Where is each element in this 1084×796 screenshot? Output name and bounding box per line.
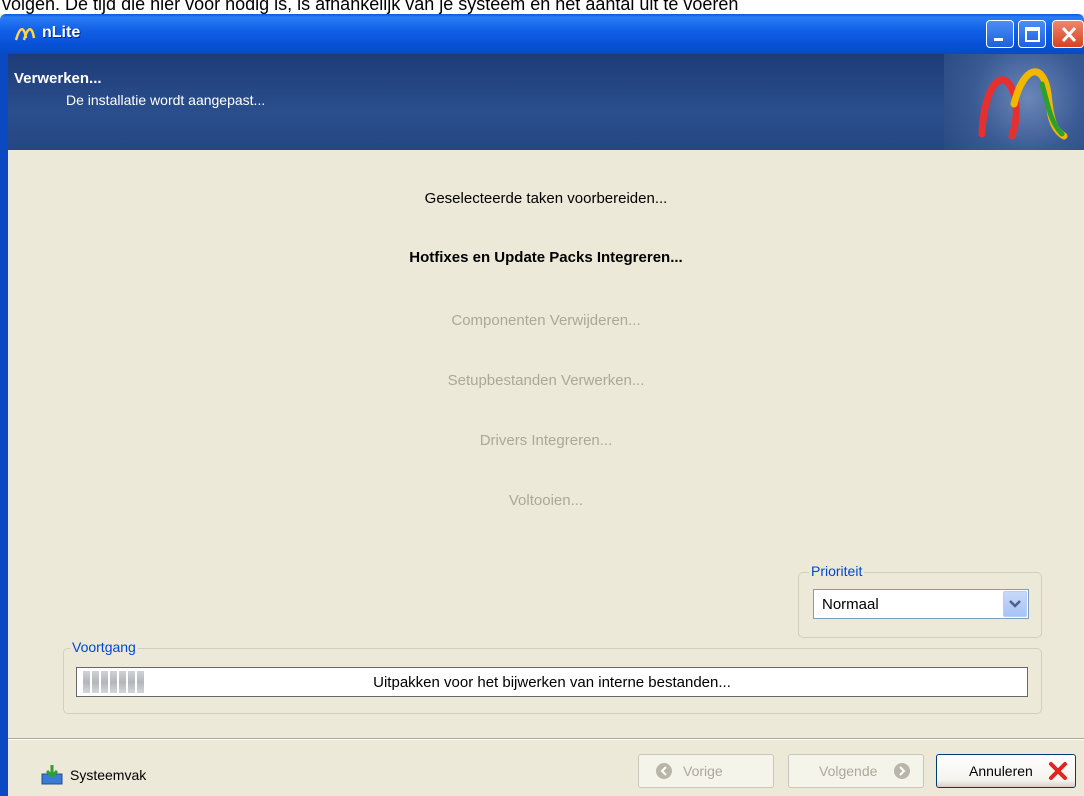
priority-value: Normaal bbox=[822, 596, 879, 613]
nlite-window: nLite Verwerken... De installatie wordt … bbox=[0, 14, 1084, 796]
cancel-button[interactable]: Annuleren bbox=[936, 754, 1076, 788]
step-drivers: Drivers Integreren... bbox=[479, 432, 613, 449]
progress-status-text: Uitpakken voor het bijwerken van interne… bbox=[373, 674, 731, 691]
systray-icon bbox=[41, 765, 63, 785]
cancel-label: Annuleren bbox=[969, 763, 1033, 779]
title-bar[interactable]: nLite bbox=[0, 14, 1084, 54]
close-icon bbox=[1061, 26, 1077, 43]
wizard-header: Verwerken... De installatie wordt aangep… bbox=[8, 54, 1084, 150]
back-button[interactable]: Vorige bbox=[638, 754, 774, 788]
step-finish: Voltooien... bbox=[508, 492, 584, 509]
window-title: nLite bbox=[42, 24, 81, 41]
background-document-text: volgen. De tijd die hier voor nodig is, … bbox=[0, 0, 1084, 14]
close-button[interactable] bbox=[1052, 20, 1084, 48]
progress-legend: Voortgang bbox=[70, 639, 138, 655]
header-title: Verwerken... bbox=[14, 70, 102, 87]
progress-group: Voortgang Uitpakken voor het bijwerken v… bbox=[63, 639, 1042, 714]
header-subtitle: De installatie wordt aangepast... bbox=[66, 92, 266, 108]
arrow-left-icon bbox=[656, 763, 672, 779]
maximize-icon bbox=[1025, 27, 1040, 42]
cancel-x-icon bbox=[1049, 762, 1067, 780]
arrow-right-icon bbox=[894, 763, 910, 779]
maximize-button[interactable] bbox=[1018, 20, 1046, 48]
nlite-logo bbox=[944, 54, 1084, 150]
next-button[interactable]: Volgende bbox=[788, 754, 924, 788]
minimize-icon bbox=[994, 38, 1003, 41]
chevron-down-icon[interactable] bbox=[1003, 591, 1027, 617]
step-components: Componenten Verwijderen... bbox=[451, 312, 641, 329]
priority-legend: Prioriteit bbox=[809, 563, 865, 579]
footer-separator bbox=[8, 738, 1084, 740]
nlite-logo-icon bbox=[978, 68, 1068, 140]
step-prepare: Geselecteerde taken voorbereiden... bbox=[424, 190, 668, 207]
step-hotfixes: Hotfixes en Update Packs Integreren... bbox=[409, 249, 683, 266]
priority-select[interactable]: Normaal bbox=[813, 589, 1029, 619]
back-label: Vorige bbox=[683, 763, 723, 779]
progress-bar: Uitpakken voor het bijwerken van interne… bbox=[76, 667, 1028, 697]
minimize-button[interactable] bbox=[986, 20, 1014, 48]
next-label: Volgende bbox=[819, 763, 878, 779]
systray-label: Systeemvak bbox=[70, 767, 147, 783]
nlite-app-icon bbox=[14, 28, 36, 41]
priority-group: Prioriteit Normaal bbox=[798, 563, 1042, 638]
step-setupfiles: Setupbestanden Verwerken... bbox=[447, 372, 645, 389]
window-left-border bbox=[0, 54, 8, 796]
